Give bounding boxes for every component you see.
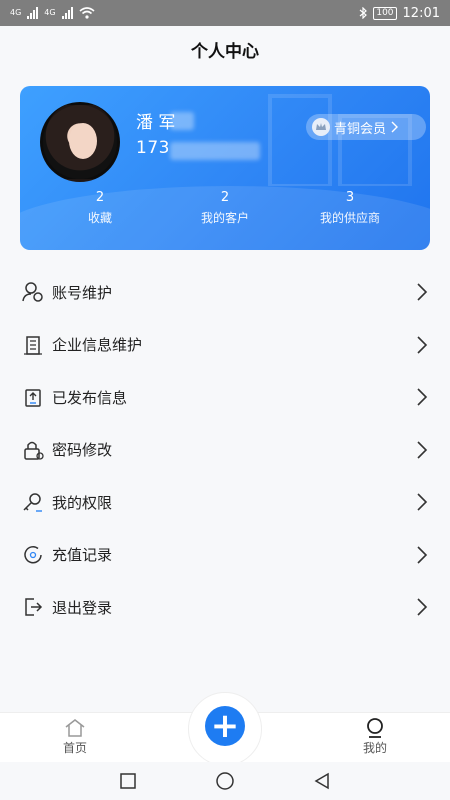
- key-icon: [20, 489, 46, 515]
- chevron-right-icon: [417, 546, 428, 564]
- name-mask: [170, 112, 194, 130]
- menu-label: 密码修改: [52, 441, 113, 460]
- nav-mine[interactable]: 我的: [345, 717, 405, 756]
- home-button-icon[interactable]: [215, 771, 235, 791]
- home-icon: [45, 717, 105, 739]
- chevron-right-icon: [417, 493, 428, 511]
- profile-stats: 2 收藏 2 我的客户 3 我的供应商: [20, 190, 430, 226]
- menu-item-published[interactable]: 已发布信息: [0, 371, 450, 424]
- menu-label: 充值记录: [52, 546, 113, 565]
- stat-suppliers[interactable]: 3 我的供应商: [290, 190, 410, 226]
- nav-mine-label: 我的: [362, 741, 387, 755]
- bluetooth-icon: [359, 7, 368, 19]
- lock-icon: [20, 437, 46, 463]
- menu-label: 企业信息维护: [52, 336, 143, 355]
- account-icon: [20, 279, 46, 305]
- stat-value: 2: [95, 190, 105, 205]
- profile-card[interactable]: 潘 军 173 青铜会员 2 收藏 2 我的客户 3 我的供应商: [20, 86, 430, 250]
- upload-icon: [20, 384, 46, 410]
- user-phone: 173: [136, 138, 170, 158]
- chevron-right-icon: [417, 441, 428, 459]
- wifi-icon: [79, 7, 95, 19]
- nav-home-label: 首页: [62, 741, 87, 755]
- status-bar: 4G 4G 100 12:01: [0, 0, 450, 26]
- stat-label: 我的客户: [200, 211, 249, 225]
- status-right: 100 12:01: [359, 6, 440, 21]
- stat-favorites[interactable]: 2 收藏: [40, 190, 160, 226]
- menu-label: 我的权限: [52, 493, 113, 512]
- stat-label: 我的供应商: [319, 211, 380, 225]
- battery-icon: 100: [373, 6, 397, 20]
- stat-customers[interactable]: 2 我的客户: [165, 190, 285, 226]
- add-button[interactable]: +: [205, 706, 245, 746]
- page-title: 个人中心: [191, 41, 259, 62]
- recharge-icon: [20, 542, 46, 568]
- crown-icon: [312, 118, 330, 136]
- chevron-right-icon: [417, 283, 428, 301]
- phone-mask: [170, 142, 260, 160]
- recent-apps-icon[interactable]: [119, 772, 137, 790]
- menu-label: 退出登录: [52, 598, 113, 617]
- chevron-right-icon: [391, 121, 399, 133]
- signal-icon-2: [61, 7, 73, 19]
- menu-item-company-info[interactable]: 企业信息维护: [0, 319, 450, 372]
- status-left: 4G 4G: [10, 7, 95, 19]
- logout-icon: [20, 594, 46, 620]
- menu-item-permissions[interactable]: 我的权限: [0, 476, 450, 529]
- menu-item-account[interactable]: 账号维护: [0, 266, 450, 319]
- chevron-right-icon: [417, 388, 428, 406]
- member-label: 青铜会员: [334, 121, 387, 137]
- avatar[interactable]: [40, 102, 120, 182]
- chevron-right-icon: [417, 598, 428, 616]
- clock: 12:01: [402, 5, 440, 21]
- back-icon[interactable]: [313, 772, 331, 790]
- menu-item-recharge[interactable]: 充值记录: [0, 529, 450, 582]
- nav-home[interactable]: 首页: [45, 717, 105, 756]
- menu-item-logout[interactable]: 退出登录: [0, 581, 450, 634]
- member-badge[interactable]: 青铜会员: [306, 114, 426, 140]
- signal-icon: [27, 7, 39, 19]
- menu-label: 账号维护: [52, 283, 113, 302]
- building-icon: [20, 332, 46, 358]
- system-nav-bar: [0, 762, 450, 800]
- stat-value: 3: [345, 190, 355, 205]
- network-type-2: 4G: [44, 8, 56, 17]
- chevron-right-icon: [417, 336, 428, 354]
- stat-value: 2: [220, 190, 230, 205]
- menu-label: 已发布信息: [52, 388, 128, 407]
- stat-label: 收藏: [87, 211, 112, 225]
- menu-item-password[interactable]: 密码修改: [0, 424, 450, 477]
- settings-menu: 账号维护 企业信息维护 已发布信息 密码修改 我的权限 充值记录 退出登录: [0, 266, 450, 634]
- profile-icon: [345, 717, 405, 739]
- network-type-1: 4G: [10, 8, 22, 17]
